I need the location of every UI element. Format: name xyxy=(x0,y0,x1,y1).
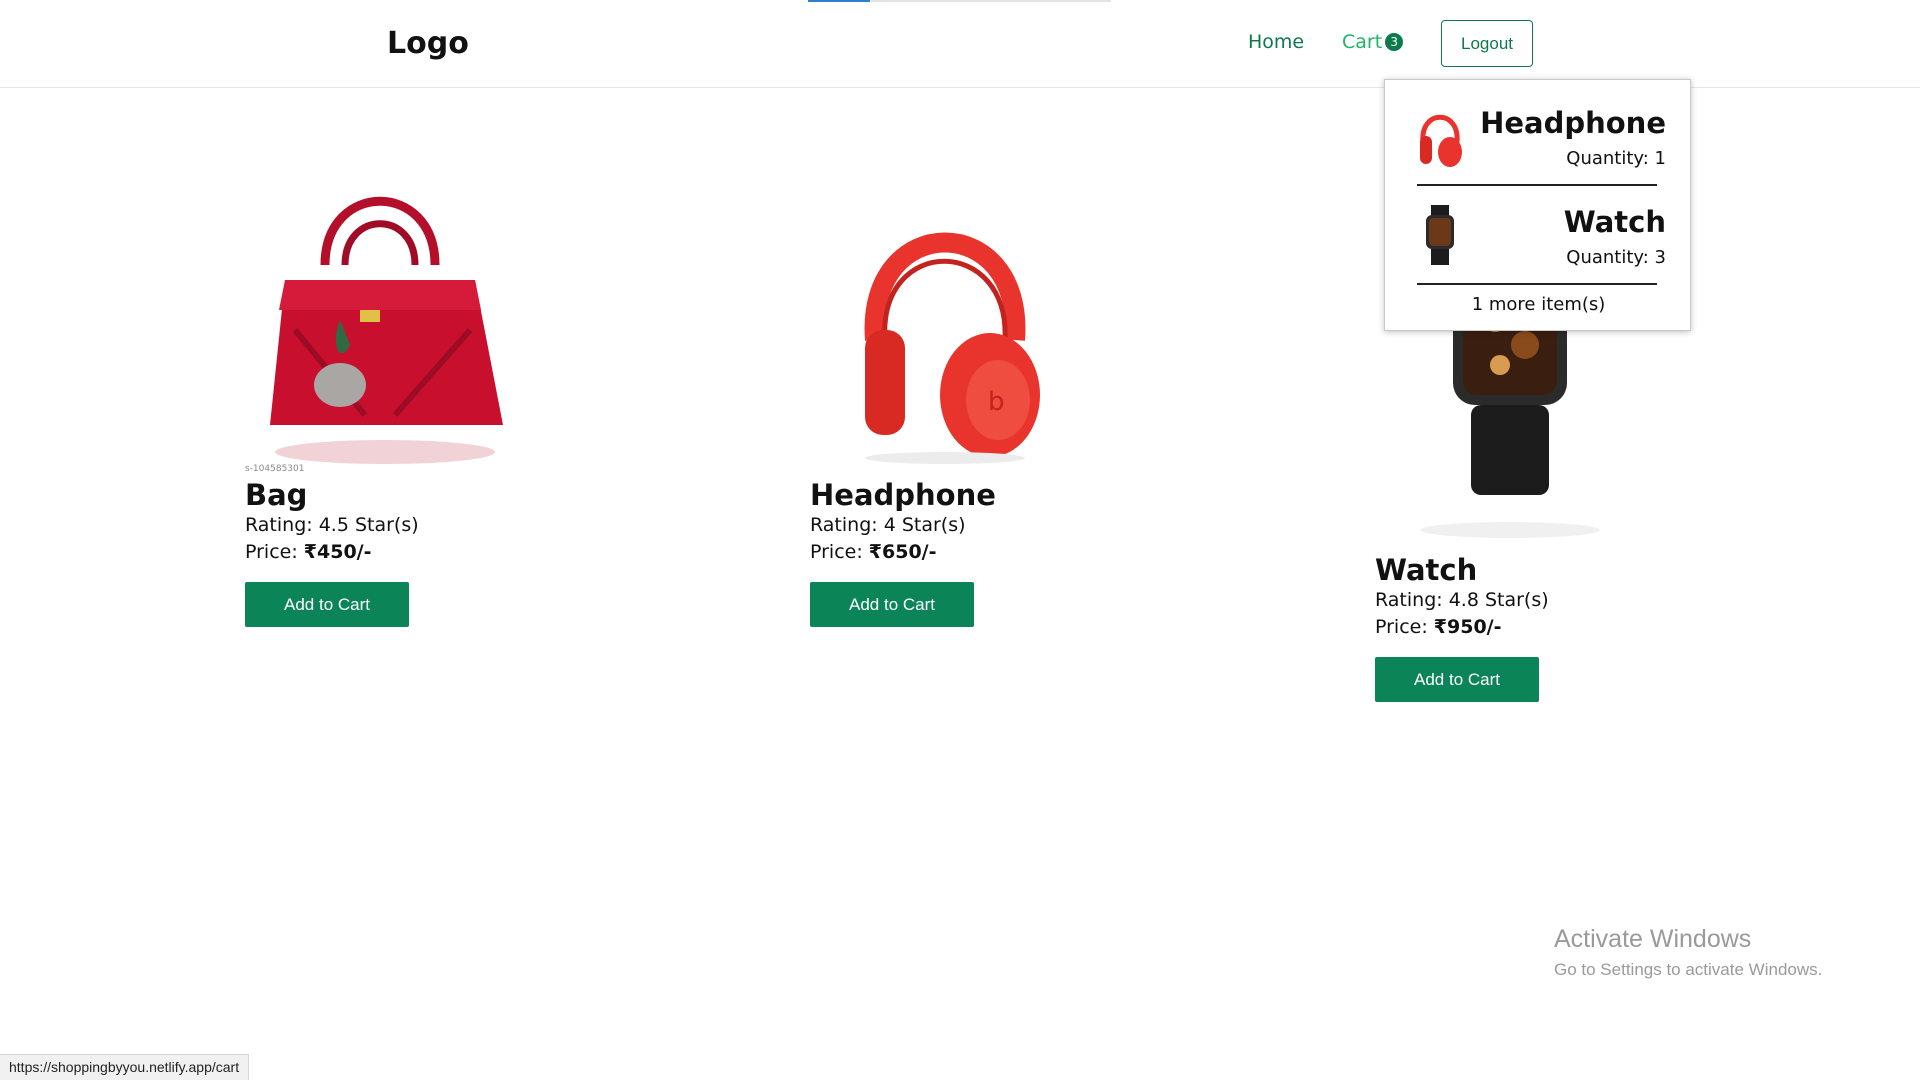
add-to-cart-button-watch[interactable]: Add to Cart xyxy=(1375,657,1539,702)
status-bar-url: https://shoppingbyyou.netlify.app/cart xyxy=(0,1054,250,1080)
product-price-value: ₹450/- xyxy=(303,541,372,563)
cart-item-name: Watch xyxy=(1563,205,1666,239)
product-price-label: Price: xyxy=(810,541,869,563)
product-price: Price: ₹950/- xyxy=(1375,614,1735,641)
bag-image-caption: s-104585301 xyxy=(245,464,305,474)
cart-item-quantity: Quantity: 3 xyxy=(1566,247,1666,268)
cart-dropdown-divider xyxy=(1417,184,1657,186)
product-card-headphone: b Headphone Rating: 4 Star(s) Price: ₹65… xyxy=(810,170,1170,627)
nav-home-link[interactable]: Home xyxy=(1248,31,1304,53)
headphone-image: b xyxy=(810,170,1070,470)
cart-more-items[interactable]: 1 more item(s) xyxy=(1385,294,1692,315)
product-price-value: ₹650/- xyxy=(868,541,937,563)
bag-image: s-104585301 xyxy=(245,170,505,474)
nav-cart-link[interactable]: Cart 3 xyxy=(1342,31,1404,53)
product-price-value: ₹950/- xyxy=(1433,616,1502,638)
product-price-label: Price: xyxy=(245,541,304,563)
product-price-label: Price: xyxy=(1375,616,1434,638)
add-to-cart-button-bag[interactable]: Add to Cart xyxy=(245,582,409,627)
product-rating: Rating: 4 Star(s) xyxy=(810,514,966,536)
product-card-bag: s-104585301 Bag Rating: 4.5 Star(s) Pric… xyxy=(245,170,605,627)
headphone-thumbnail xyxy=(1415,104,1465,170)
cart-dropdown-item[interactable]: Headphone Quantity: 1 xyxy=(1385,104,1692,186)
cart-item-quantity: Quantity: 1 xyxy=(1566,148,1666,169)
product-name: Watch xyxy=(1375,553,1478,587)
add-to-cart-button-headphone[interactable]: Add to Cart xyxy=(810,582,974,627)
logout-button[interactable]: Logout xyxy=(1441,20,1533,67)
cart-dropdown-divider xyxy=(1417,283,1657,285)
product-price: Price: ₹450/- xyxy=(245,539,605,566)
cart-item-name: Headphone xyxy=(1480,106,1666,140)
logo[interactable]: Logo xyxy=(387,26,469,61)
windows-watermark-title: Activate Windows xyxy=(1554,925,1752,953)
nav-cart-label: Cart xyxy=(1342,31,1383,53)
navbar: Logo Home Cart 3 Logout xyxy=(0,0,1920,88)
watch-thumbnail xyxy=(1415,203,1465,269)
cart-count-badge: 3 xyxy=(1385,33,1404,51)
windows-watermark-subtitle: Go to Settings to activate Windows. xyxy=(1554,960,1823,979)
cart-dropdown-item[interactable]: Watch Quantity: 3 xyxy=(1385,203,1692,285)
product-name: Bag xyxy=(245,478,308,512)
product-rating: Rating: 4.5 Star(s) xyxy=(245,514,419,536)
product-name: Headphone xyxy=(810,478,996,512)
cart-dropdown: Headphone Quantity: 1 Watch Quantity: 3 … xyxy=(1384,79,1691,331)
svg-text:b: b xyxy=(988,387,1005,417)
product-rating: Rating: 4.8 Star(s) xyxy=(1375,589,1549,611)
product-price: Price: ₹650/- xyxy=(810,539,1170,566)
